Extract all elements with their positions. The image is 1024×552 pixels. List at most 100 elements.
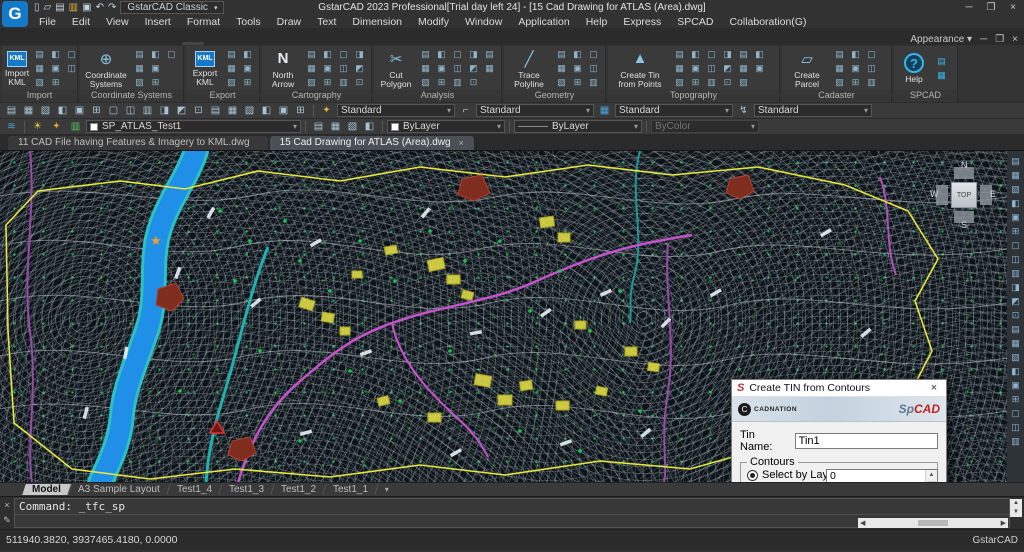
linetype-dropdown[interactable]: ———ByLayer▾ bbox=[514, 120, 642, 133]
tool-icon[interactable]: ▥ bbox=[586, 76, 601, 89]
save-icon[interactable]: ▤ bbox=[55, 2, 64, 13]
viewcube-east-label[interactable]: E bbox=[990, 189, 996, 199]
tool-icon[interactable]: ◫ bbox=[864, 62, 879, 75]
tool-icon[interactable]: ▥ bbox=[336, 76, 351, 89]
toolbar-icon[interactable]: ▦ bbox=[20, 105, 37, 116]
file-tab[interactable]: 11 CAD File having Features & Imagery to… bbox=[8, 136, 268, 150]
tool-icon[interactable]: ⊞ bbox=[48, 76, 63, 89]
tool-icon[interactable]: ▦ bbox=[736, 62, 751, 75]
command-vertical-scrollbar[interactable]: ▲▼ bbox=[1010, 499, 1022, 517]
print-icon[interactable]: ▣ bbox=[82, 2, 91, 13]
tool-icon[interactable]: ▤ bbox=[132, 48, 147, 61]
layout-tab[interactable]: Test1_2 bbox=[271, 484, 327, 495]
tool-icon[interactable]: ▧ bbox=[832, 76, 847, 89]
toolbar-icon[interactable]: ◧ bbox=[258, 105, 275, 116]
layout-tab[interactable]: Test1_4 bbox=[167, 484, 223, 495]
table-style-dropdown[interactable]: Standard▾ bbox=[615, 104, 733, 117]
tool-icon[interactable]: ◧ bbox=[434, 48, 449, 61]
save-all-icon[interactable]: ▥ bbox=[69, 2, 78, 13]
ribbon-tab[interactable] bbox=[160, 42, 182, 45]
layer-tool-icon[interactable]: ◧ bbox=[361, 121, 378, 132]
cut-polygon-button[interactable]: ✂ Cut Polygon bbox=[377, 49, 415, 89]
ribbon-close-button[interactable]: × bbox=[1012, 34, 1018, 45]
tool-icon[interactable]: ▧ bbox=[418, 76, 433, 89]
menu-item[interactable]: Dimension bbox=[345, 16, 409, 28]
workspace-dropdown[interactable]: GstarCAD Classic ▾ bbox=[120, 1, 224, 14]
tool-icon[interactable]: ▢ bbox=[336, 48, 351, 61]
toolbar-icon[interactable]: ▣ bbox=[275, 105, 292, 116]
tool-icon[interactable]: ⊡ bbox=[352, 76, 367, 89]
file-tab[interactable]: 15 Cad Drawing for ATLAS (Area).dwg × bbox=[270, 136, 474, 150]
tool-icon[interactable]: ▣ bbox=[434, 62, 449, 75]
tool-icon[interactable]: ▧ bbox=[736, 76, 751, 89]
tool-icon[interactable]: ◨ bbox=[720, 48, 735, 61]
scroll-up-icon[interactable]: ▲ bbox=[926, 470, 937, 480]
nav-tool-icon[interactable]: ▥ bbox=[1011, 267, 1020, 280]
tool-icon[interactable]: ▣ bbox=[752, 62, 767, 75]
restore-button[interactable]: ❐ bbox=[980, 2, 1002, 13]
layout-tab[interactable]: A3 Sample Layout bbox=[68, 484, 170, 495]
nav-tool-icon[interactable]: ▥ bbox=[1011, 435, 1020, 448]
lineweight-dropdown[interactable]: ByColor▾ bbox=[651, 120, 759, 133]
menu-item[interactable]: Application bbox=[511, 16, 576, 28]
toolbar-icon[interactable]: ◩ bbox=[173, 105, 190, 116]
ribbon-tab[interactable] bbox=[138, 42, 160, 45]
tool-icon[interactable]: ▤ bbox=[224, 48, 239, 61]
viewcube-north-label[interactable]: N bbox=[961, 160, 968, 170]
dialog-close-icon[interactable]: × bbox=[927, 382, 941, 394]
tool-icon[interactable]: ▣ bbox=[48, 62, 63, 75]
nav-tool-icon[interactable]: ◨ bbox=[1011, 281, 1020, 294]
toolbar-icon[interactable]: ▧ bbox=[37, 105, 54, 116]
tool-icon[interactable]: ◧ bbox=[240, 48, 255, 61]
tool-icon[interactable]: ▤ bbox=[934, 55, 949, 68]
menu-item[interactable]: Insert bbox=[138, 16, 178, 28]
viewcube-west-label[interactable]: W bbox=[930, 189, 939, 199]
toolbar-icon[interactable]: ▤ bbox=[3, 105, 20, 116]
scroll-thumb[interactable] bbox=[927, 481, 936, 482]
toolbar-icon[interactable]: ⊞ bbox=[292, 105, 309, 116]
tool-icon[interactable]: ▤ bbox=[418, 48, 433, 61]
north-arrow-button[interactable]: N North Arrow bbox=[265, 49, 301, 89]
tool-icon[interactable]: ⊞ bbox=[320, 76, 335, 89]
toolbar-icon[interactable]: ▤ bbox=[207, 105, 224, 116]
tool-icon[interactable]: ▦ bbox=[304, 62, 319, 75]
dim-style-dropdown[interactable]: Standard▾ bbox=[476, 104, 594, 117]
tool-icon[interactable]: ▢ bbox=[704, 48, 719, 61]
tool-icon[interactable]: ◧ bbox=[848, 48, 863, 61]
tool-icon[interactable]: ◧ bbox=[148, 48, 163, 61]
nav-tool-icon[interactable]: ◧ bbox=[1011, 197, 1020, 210]
layout-overflow-icon[interactable]: ▾ bbox=[385, 485, 389, 494]
viewcube-south-label[interactable]: S bbox=[961, 220, 967, 230]
listbox-scrollbar[interactable]: ▲ ▼ bbox=[925, 470, 937, 482]
ribbon-tab[interactable] bbox=[28, 42, 50, 45]
menu-item[interactable]: Edit bbox=[65, 16, 97, 28]
tool-icon[interactable]: ⊞ bbox=[688, 76, 703, 89]
appearance-dropdown[interactable]: Appearance ▾ bbox=[910, 34, 972, 45]
viewcube-top-face[interactable]: TOP bbox=[951, 182, 977, 208]
color-dropdown[interactable]: ByLayer▾ bbox=[387, 120, 505, 133]
tool-icon[interactable]: ◧ bbox=[320, 48, 335, 61]
nav-tool-icon[interactable]: ▦ bbox=[1011, 169, 1020, 182]
tool-icon[interactable]: ⊞ bbox=[570, 76, 585, 89]
tool-icon[interactable]: ▣ bbox=[240, 62, 255, 75]
minimize-button[interactable]: ─ bbox=[958, 2, 980, 13]
menu-item[interactable]: Draw bbox=[270, 16, 309, 28]
layer-properties-icon[interactable]: ≋ bbox=[3, 121, 20, 132]
text-style-dropdown[interactable]: Standard▾ bbox=[337, 104, 455, 117]
nav-tool-icon[interactable]: ⊡ bbox=[1012, 309, 1020, 322]
tool-icon[interactable]: ◩ bbox=[352, 62, 367, 75]
drawing-canvas[interactable]: ★ N S W E TOP ▤▦▧◧▣⊞▢◫▥◨◩⊡▤▦▧◧▣⊞▢◫▥ S Cr… bbox=[0, 150, 1024, 482]
tool-icon[interactable]: ▧ bbox=[554, 76, 569, 89]
create-tin-from-points-button[interactable]: ▲ Create Tin from Points bbox=[611, 49, 669, 89]
nav-tool-icon[interactable]: ⊞ bbox=[1012, 393, 1020, 406]
tool-icon[interactable]: ▦ bbox=[934, 69, 949, 82]
nav-tool-icon[interactable]: ▣ bbox=[1011, 379, 1020, 392]
layer-lock-icon[interactable]: ▥ bbox=[67, 121, 84, 132]
tool-icon[interactable]: ▦ bbox=[132, 62, 147, 75]
menu-item[interactable]: Text bbox=[310, 16, 343, 28]
gstarcad-logo-icon[interactable]: G bbox=[2, 1, 28, 27]
ribbon-tab[interactable] bbox=[6, 42, 28, 45]
ribbon-restore-button[interactable]: ❐ bbox=[995, 34, 1004, 45]
nav-tool-icon[interactable]: ▧ bbox=[1011, 351, 1020, 364]
layer-tool-icon[interactable]: ▧ bbox=[344, 121, 361, 132]
